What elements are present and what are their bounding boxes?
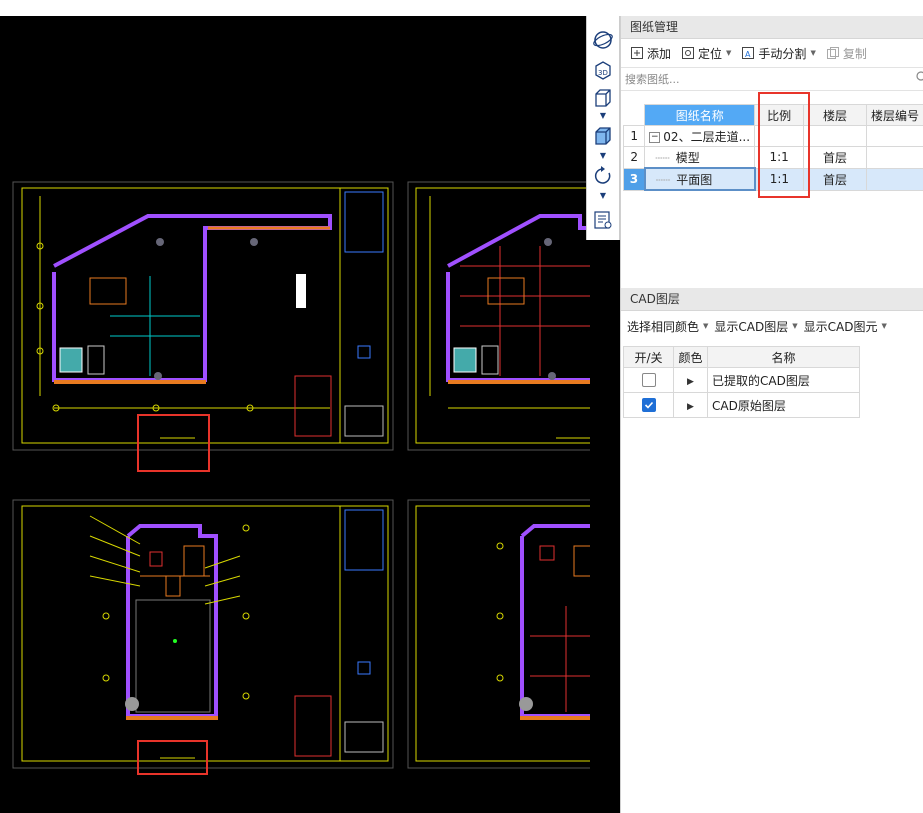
show-cad-element-button[interactable]: 显示CAD图元 ▼ — [804, 315, 887, 337]
drawing-name-cell[interactable]: ┄┄ 平面图 — [643, 167, 756, 191]
collapse-icon[interactable]: − — [649, 131, 661, 143]
view-3d-icon[interactable]: 3D — [591, 58, 615, 82]
drawing-name: 模型 — [675, 150, 700, 165]
floor-number-cell[interactable] — [865, 146, 923, 169]
svg-text:A: A — [745, 50, 751, 59]
floor-number-cell[interactable] — [865, 125, 923, 147]
top-strip — [0, 0, 923, 16]
layer-toggle-checkbox-checked[interactable] — [641, 398, 656, 412]
row-index: 1 — [622, 125, 646, 147]
tree-line: ┄┄ — [655, 150, 670, 165]
expand-triangle-icon[interactable]: ▶ — [687, 402, 694, 412]
floor-number-cell[interactable] — [865, 167, 923, 191]
floor-cell[interactable] — [803, 125, 867, 147]
layer-list-icon[interactable] — [591, 208, 615, 232]
orbit-icon[interactable] — [591, 28, 615, 52]
show-cad-layer-button[interactable]: 显示CAD图层 ▼ — [714, 315, 797, 337]
drawing-name-cell[interactable]: ┄┄ 模型 — [644, 146, 756, 169]
locate-button[interactable]: 定位 ▼ — [678, 42, 734, 64]
locate-label: 定位 — [698, 46, 723, 61]
dropdown-caret-icon[interactable]: ▼ — [810, 49, 815, 57]
column-header-color[interactable]: 颜色 — [673, 346, 708, 368]
locate-icon — [682, 47, 695, 59]
layer-row[interactable]: ▶ 已提取的CAD图层 — [623, 367, 860, 393]
expand-triangle-icon[interactable]: ▶ — [687, 377, 694, 387]
rotate-icon[interactable] — [591, 164, 615, 188]
show-cad-layer-label: 显示CAD图层 — [714, 319, 789, 334]
drawing-search — [621, 67, 923, 91]
layer-header-row: 开/关 颜色 名称 — [623, 346, 860, 368]
box-view-icon[interactable] — [591, 86, 615, 110]
drawing-name: 02、二层走道... — [663, 129, 751, 144]
highlight-box-scale-column — [758, 92, 810, 198]
column-header-floor-number[interactable]: 楼层编号 — [865, 104, 923, 126]
check-icon — [644, 401, 653, 409]
layer-row[interactable]: ▶ CAD原始图层 — [623, 392, 860, 418]
chevron-down-icon[interactable]: ▼ — [596, 112, 610, 120]
layer-name: 已提取的CAD图层 — [707, 367, 860, 393]
column-header-name[interactable]: 图纸名称 — [644, 104, 756, 126]
row-index: 2 — [622, 146, 646, 169]
row-index: 3 — [622, 167, 646, 191]
manual-split-label: 手动分割 — [758, 46, 807, 61]
dropdown-caret-icon[interactable]: ▼ — [726, 49, 731, 57]
search-input[interactable] — [621, 68, 917, 90]
column-header-floor[interactable]: 楼层 — [803, 104, 867, 126]
floor-cell[interactable]: 首层 — [803, 167, 867, 191]
column-header-layer-name[interactable]: 名称 — [707, 346, 860, 368]
drawing-sheet-4 — [407, 499, 590, 769]
cad-canvas[interactable] — [0, 16, 590, 813]
copy-label: 复制 — [842, 46, 867, 61]
drawing-sheet-1 — [12, 181, 394, 451]
floor-cell[interactable]: 首层 — [803, 146, 867, 169]
column-header-onoff[interactable]: 开/关 — [623, 346, 674, 368]
drawing-manager-toolbar: 添加 定位 ▼ A 手动分割 ▼ 复制 — [621, 39, 923, 67]
select-same-color-button[interactable]: 选择相同颜色 ▼ — [627, 315, 708, 337]
add-label: 添加 — [647, 46, 672, 61]
dropdown-caret-icon[interactable]: ▼ — [792, 322, 797, 330]
drawing-name: 平面图 — [676, 172, 713, 187]
layer-name: CAD原始图层 — [707, 392, 860, 418]
svg-text:3D: 3D — [598, 69, 608, 77]
copy-icon — [826, 47, 839, 59]
cad-layers-toolbar: 选择相同颜色 ▼ 显示CAD图层 ▼ 显示CAD图元 ▼ — [621, 314, 923, 338]
highlight-box-scale-sheet3 — [137, 740, 208, 775]
drawing-sheet-3 — [12, 499, 394, 769]
view-toolbar: 3D ▼ ▼ ▼ — [586, 16, 620, 240]
select-same-color-label: 选择相同颜色 — [627, 319, 700, 334]
highlight-box-scale-sheet1 — [137, 414, 210, 472]
copy-button[interactable]: 复制 — [823, 42, 870, 64]
add-drawing-button[interactable]: 添加 — [627, 42, 674, 64]
add-icon — [631, 47, 643, 59]
dropdown-caret-icon[interactable]: ▼ — [703, 322, 708, 330]
chevron-down-icon[interactable]: ▼ — [596, 152, 610, 160]
chevron-down-icon[interactable]: ▼ — [596, 192, 610, 200]
show-cad-element-label: 显示CAD图元 — [803, 319, 878, 334]
cad-layers-title: CAD图层 — [621, 288, 923, 311]
dropdown-caret-icon[interactable]: ▼ — [881, 322, 886, 330]
manual-split-button[interactable]: A 手动分割 ▼ — [738, 42, 818, 64]
cad-drawing-sheets — [12, 181, 590, 769]
tree-line: ┄┄ — [655, 172, 671, 187]
split-icon: A — [742, 47, 755, 59]
cad-layer-table: 开/关 颜色 名称 ▶ 已提取的CAD图层 ▶ CAD原始图层 — [623, 346, 860, 418]
drawing-sheet-2 — [407, 181, 590, 451]
drawing-name-cell[interactable]: −02、二层走道... — [644, 125, 756, 147]
search-icon[interactable] — [914, 71, 923, 83]
solid-view-icon[interactable] — [591, 124, 615, 148]
cad-canvas-lower-strip — [590, 240, 620, 813]
layer-toggle-checkbox[interactable] — [641, 373, 656, 387]
drawing-manager-title: 图纸管理 — [621, 16, 923, 39]
